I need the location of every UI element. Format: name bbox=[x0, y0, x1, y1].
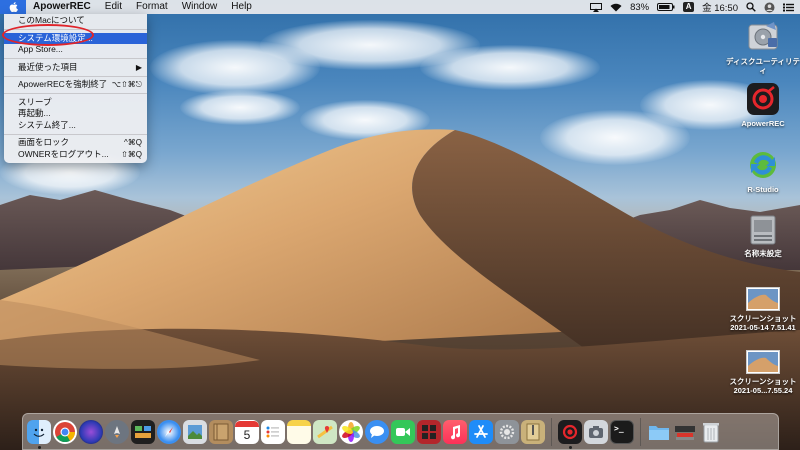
dock-maps-icon[interactable] bbox=[313, 419, 337, 444]
dock-messages-icon[interactable] bbox=[365, 419, 389, 444]
menu-item-about-this-mac[interactable]: このMacについて bbox=[4, 15, 147, 27]
apple-dropdown-menu: このMacについて システム環境設定... App Store... 最近使った… bbox=[4, 14, 147, 163]
dock: 5 >_ bbox=[22, 413, 779, 450]
menu-item-shortcut: ^⌘Q bbox=[124, 138, 142, 147]
input-source-indicator[interactable]: A bbox=[683, 2, 695, 12]
terminal-prompt-icon: >_ bbox=[614, 423, 624, 433]
r-studio-icon bbox=[750, 152, 776, 178]
dock-facetime-icon[interactable] bbox=[391, 419, 415, 444]
desktop-icon-apowerrec[interactable]: ApowerREC bbox=[723, 82, 800, 128]
menu-item-restart[interactable]: 再起動... bbox=[4, 108, 147, 120]
dock-downloads-stack-icon[interactable] bbox=[673, 420, 697, 444]
menu-separator bbox=[4, 75, 147, 77]
apple-logo-icon bbox=[9, 2, 18, 12]
dock-folder-icon[interactable] bbox=[647, 420, 671, 444]
desktop-icon-label: R-Studio bbox=[747, 185, 779, 194]
menu-format[interactable]: Format bbox=[129, 0, 175, 14]
dock-screenshot-icon[interactable] bbox=[584, 419, 608, 444]
disk-utility-icon bbox=[748, 22, 778, 50]
menu-item-shortcut: ⇧⌘Q bbox=[121, 149, 142, 159]
notification-center-icon[interactable] bbox=[783, 3, 794, 12]
menu-item-label: このMacについて bbox=[18, 15, 85, 25]
dock-music-icon[interactable] bbox=[443, 419, 467, 444]
battery-icon[interactable] bbox=[657, 3, 675, 11]
desktop-icon-label: 名称未設定 bbox=[744, 249, 782, 258]
dock-photo-booth-icon[interactable] bbox=[417, 419, 441, 444]
menu-item-label: スリープ bbox=[18, 96, 52, 107]
apple-menu-button[interactable] bbox=[0, 0, 26, 14]
menu-item-label: システム環境設定... bbox=[18, 32, 93, 43]
menu-window[interactable]: Window bbox=[175, 0, 225, 14]
screenshot-thumbnail-icon bbox=[746, 287, 780, 311]
menu-separator bbox=[4, 93, 147, 94]
menu-item-label: OWNERをログアウト... bbox=[18, 148, 109, 159]
menu-item-label: システム終了... bbox=[18, 119, 76, 130]
desktop-icon-untitled-drive[interactable]: 名称未設定 bbox=[723, 214, 800, 258]
dock-photos-icon[interactable] bbox=[339, 419, 363, 444]
menu-help[interactable]: Help bbox=[224, 0, 259, 14]
status-area: 83% A 金 16:50 bbox=[590, 0, 794, 14]
desktop-icon-r-studio[interactable]: R-Studio bbox=[723, 148, 800, 194]
desktop-icon-label: ApowerREC bbox=[741, 119, 785, 128]
dock-preview-icon[interactable] bbox=[183, 419, 207, 444]
desktop-icon-disk-utility[interactable]: ディスクユーティリテ ィ bbox=[723, 20, 800, 75]
dock-safari-icon[interactable] bbox=[157, 419, 181, 444]
dock-separator bbox=[551, 417, 552, 446]
dock-separator bbox=[640, 417, 641, 446]
dock-trash-icon[interactable] bbox=[699, 420, 723, 444]
running-indicator bbox=[568, 445, 572, 449]
drive-icon bbox=[750, 215, 776, 245]
menu-item-shut-down[interactable]: システム終了... bbox=[4, 120, 147, 132]
user-account-icon[interactable] bbox=[764, 2, 775, 13]
menu-item-app-store[interactable]: App Store... bbox=[4, 44, 147, 56]
screenshot-thumbnail-icon bbox=[746, 350, 780, 374]
dock-chrome-icon[interactable] bbox=[53, 419, 77, 444]
dock-mission-control-icon[interactable] bbox=[131, 419, 155, 444]
menu-item-shortcut: ⌥⇧⌘⎋ bbox=[111, 80, 142, 89]
battery-percent[interactable]: 83% bbox=[630, 2, 649, 13]
menu-item-log-out[interactable]: OWNERをログアウト... ⇧⌘Q bbox=[4, 149, 147, 161]
desktop-icon-label: スクリーンショット 2021-05-14 7.51.41 bbox=[729, 314, 797, 332]
desktop-icon-label: スクリーンショット 2021-05...7.55.24 bbox=[729, 377, 797, 395]
calendar-day: 5 bbox=[243, 427, 251, 442]
dock-finder-icon[interactable] bbox=[27, 419, 51, 449]
dock-app-store-icon[interactable] bbox=[469, 419, 493, 444]
dock-archive-utility-icon[interactable] bbox=[521, 419, 545, 444]
menu-item-system-preferences[interactable]: システム環境設定... bbox=[4, 32, 147, 44]
menu-edit[interactable]: Edit bbox=[98, 0, 129, 14]
apowerrec-icon bbox=[747, 83, 779, 115]
clock[interactable]: 金 16:50 bbox=[702, 0, 738, 14]
menu-item-sleep[interactable]: スリープ bbox=[4, 97, 147, 109]
menu-item-label: App Store... bbox=[18, 44, 63, 54]
menu-item-label: ApowerRECを強制終了 bbox=[18, 79, 108, 89]
spotlight-search-icon[interactable] bbox=[746, 2, 756, 12]
menu-item-lock-screen[interactable]: 画面をロック ^⌘Q bbox=[4, 137, 147, 149]
menu-app-name[interactable]: ApowerREC bbox=[26, 0, 98, 14]
menu-item-force-quit[interactable]: ApowerRECを強制終了 ⌥⇧⌘⎋ bbox=[4, 79, 147, 91]
dock-terminal-icon[interactable]: >_ bbox=[610, 419, 634, 444]
submenu-arrow-icon: ▶ bbox=[135, 62, 142, 72]
dock-notebook-icon[interactable] bbox=[209, 419, 233, 444]
menu-bar: ApowerREC Edit Format Window Help 83% A … bbox=[0, 0, 800, 14]
dock-apowerrec-icon[interactable] bbox=[558, 419, 582, 449]
menu-separator bbox=[4, 58, 147, 59]
menu-item-label: 再起動... bbox=[18, 108, 51, 118]
desktop-icon-label: ディスクユーティリテ ィ bbox=[725, 57, 800, 75]
dock-launchpad-icon[interactable] bbox=[105, 419, 129, 444]
menu-item-label: 最近使った項目 bbox=[18, 61, 78, 72]
menu-item-recent-items[interactable]: 最近使った項目 ▶ bbox=[4, 62, 147, 74]
menu-item-label: 画面をロック bbox=[18, 137, 70, 147]
desktop-icon-screenshot-2[interactable]: スクリーンショット 2021-05...7.55.24 bbox=[723, 350, 800, 395]
menu-separator bbox=[4, 29, 147, 30]
dock-calendar-icon[interactable]: 5 bbox=[235, 419, 259, 444]
dock-siri-icon[interactable] bbox=[79, 419, 103, 444]
dock-notes-icon[interactable] bbox=[287, 419, 311, 444]
menu-separator bbox=[4, 133, 147, 135]
wifi-icon[interactable] bbox=[610, 3, 622, 12]
airplay-icon[interactable] bbox=[590, 2, 603, 12]
dock-system-preferences-icon[interactable] bbox=[495, 419, 519, 444]
desktop-icon-screenshot-1[interactable]: スクリーンショット 2021-05-14 7.51.41 bbox=[723, 287, 800, 332]
running-indicator bbox=[37, 445, 41, 449]
dock-reminders-icon[interactable] bbox=[261, 419, 285, 444]
